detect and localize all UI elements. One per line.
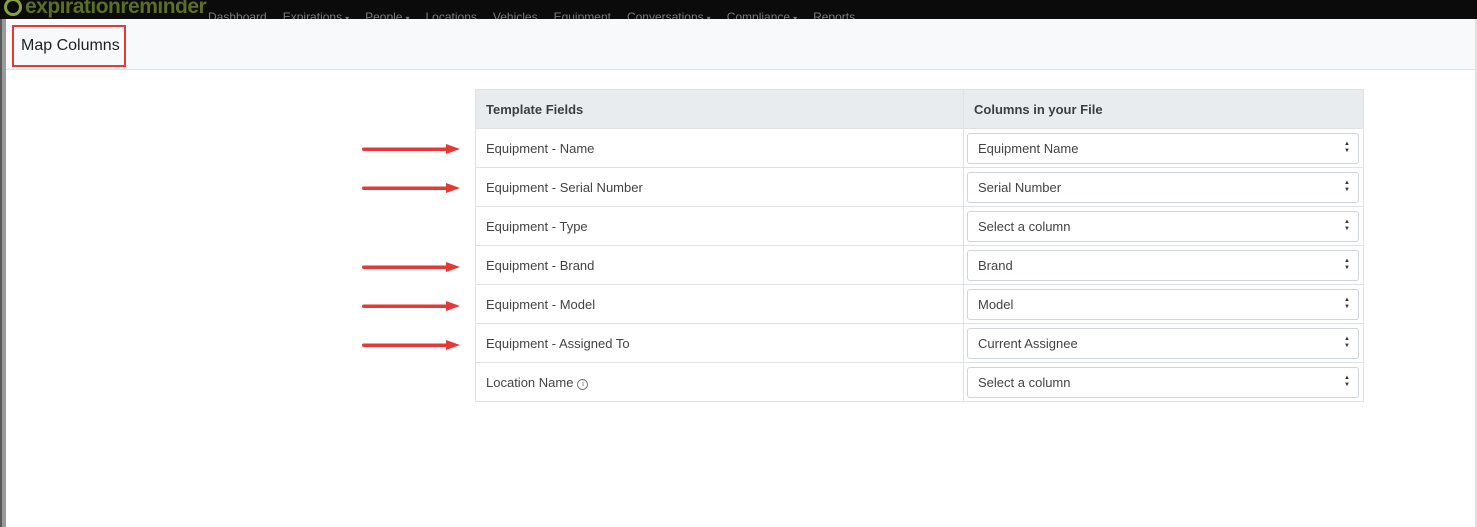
- nav-item-compliance[interactable]: Compliance ▾: [727, 10, 797, 19]
- table-row: Location Name i Select a column ▲ ▼: [475, 362, 1364, 402]
- nav-item-label: Reports: [813, 10, 856, 19]
- column-select[interactable]: Serial Number ▲ ▼: [967, 171, 1359, 203]
- nav-item-people[interactable]: People ▾: [365, 10, 409, 19]
- table-row: Equipment - Brand Brand ▲ ▼: [475, 245, 1364, 285]
- nav-item-equipment[interactable]: Equipment: [554, 10, 611, 19]
- page-header: Map Columns: [6, 19, 1477, 70]
- red-arrow-icon: [362, 300, 460, 311]
- column-select[interactable]: Select a column ▲ ▼: [967, 210, 1359, 242]
- nav-item-label: Equipment: [553, 10, 611, 19]
- sort-arrows-icon: ▲ ▼: [1344, 141, 1350, 154]
- nav-item-label: Locations: [425, 10, 477, 19]
- nav-item-label: Conversations: [626, 10, 704, 19]
- column-select-value: Select a column: [978, 218, 1071, 234]
- template-field-cell: Equipment - Name: [475, 128, 964, 168]
- nav-item-conversations[interactable]: Conversations ▾: [627, 10, 711, 19]
- column-select[interactable]: Current Assignee ▲ ▼: [967, 327, 1359, 359]
- template-field-label: Equipment - Model: [486, 296, 596, 312]
- nav-item-label: Expirations: [282, 10, 343, 19]
- table-header-row: Template Fields Columns in your File: [475, 89, 1364, 129]
- top-navbar: expirationreminder Dashboard Expirations ▾…: [0, 0, 1477, 19]
- column-select-cell: Serial Number ▲ ▼: [963, 167, 1364, 207]
- template-field-cell: Equipment - Serial Number: [475, 167, 964, 207]
- nav-item-dashboard[interactable]: Dashboard: [208, 10, 267, 19]
- template-field-label: Equipment - Brand: [486, 257, 595, 273]
- info-icon[interactable]: i: [577, 378, 589, 390]
- nav-item-expirations[interactable]: Expirations ▾: [283, 10, 349, 19]
- sort-arrows-icon: ▲ ▼: [1344, 219, 1350, 232]
- sort-arrows-icon: ▲ ▼: [1344, 375, 1350, 388]
- column-select-value: Current Assignee: [978, 335, 1078, 351]
- nav-item-label: Compliance: [726, 10, 791, 19]
- logo-text: expirationreminder: [25, 0, 207, 18]
- table-row: Equipment - Type Select a column ▲ ▼: [475, 206, 1364, 246]
- table-row: Equipment - Name Equipment Name ▲ ▼: [475, 128, 1364, 168]
- column-mapping-table: Template Fields Columns in your File Equ…: [475, 89, 1364, 402]
- template-field-label: Equipment - Name: [486, 140, 595, 156]
- template-field-cell: Equipment - Brand: [475, 245, 964, 285]
- sort-arrows-icon: ▲ ▼: [1344, 336, 1350, 349]
- table-row: Equipment - Serial Number Serial Number ▲ ▼: [475, 167, 1364, 207]
- template-field-label: Location Name: [486, 374, 574, 390]
- column-select[interactable]: Brand ▲ ▼: [967, 249, 1359, 281]
- template-field-cell: Equipment - Model: [475, 284, 964, 324]
- column-select-value: Model: [978, 296, 1014, 312]
- column-select-cell: Equipment Name ▲ ▼: [963, 128, 1364, 168]
- column-select-value: Serial Number: [978, 179, 1062, 195]
- app-logo[interactable]: expirationreminder: [4, 0, 207, 19]
- column-select-value: Brand: [978, 257, 1013, 273]
- nav-item-label: People: [365, 10, 403, 19]
- red-arrow-icon: [362, 340, 460, 351]
- column-select-value: Equipment Name: [978, 140, 1079, 156]
- logo-clock-icon: [4, 0, 22, 16]
- red-arrow-icon: [362, 182, 460, 193]
- column-select-cell: Select a column ▲ ▼: [963, 206, 1364, 246]
- column-select-cell: Brand ▲ ▼: [963, 245, 1364, 285]
- column-select-cell: Current Assignee ▲ ▼: [963, 323, 1364, 363]
- template-field-cell: Location Name i: [475, 362, 964, 402]
- template-field-cell: Equipment - Type: [475, 206, 964, 246]
- nav-item-label: Dashboard: [208, 10, 267, 19]
- header-template-fields: Template Fields: [475, 89, 964, 129]
- title-highlight-box: Map Columns: [12, 25, 126, 67]
- main-nav: Dashboard Expirations ▾ People ▾ Locations Veh…: [208, 10, 871, 19]
- template-field-label: Equipment - Type: [486, 218, 588, 234]
- header-columns-in-file: Columns in your File: [963, 89, 1364, 129]
- red-arrow-icon: [362, 261, 460, 272]
- column-select[interactable]: Select a column ▲ ▼: [967, 366, 1359, 398]
- nav-item-vehicles[interactable]: Vehicles: [493, 10, 538, 19]
- left-edge-border: [0, 19, 2, 527]
- red-arrow-icon: [362, 143, 460, 154]
- sort-arrows-icon: ▲ ▼: [1344, 258, 1350, 271]
- nav-item-label: Vehicles: [492, 10, 538, 19]
- sort-arrows-icon: ▲ ▼: [1344, 180, 1350, 193]
- page-title: Map Columns: [21, 37, 120, 54]
- sort-arrows-icon: ▲ ▼: [1344, 297, 1350, 310]
- column-select-value: Select a column: [978, 374, 1071, 390]
- column-select-cell: Select a column ▲ ▼: [963, 362, 1364, 402]
- template-field-cell: Equipment - Assigned To: [475, 323, 964, 363]
- column-select-cell: Model ▲ ▼: [963, 284, 1364, 324]
- column-select[interactable]: Equipment Name ▲ ▼: [967, 132, 1359, 164]
- table-row: Equipment - Model Model ▲ ▼: [475, 284, 1364, 324]
- table-row: Equipment - Assigned To Current Assignee ▲…: [475, 323, 1364, 363]
- template-field-label: Equipment - Serial Number: [486, 179, 643, 195]
- template-field-label: Equipment - Assigned To: [486, 335, 630, 351]
- nav-item-locations[interactable]: Locations: [426, 10, 477, 19]
- column-select[interactable]: Model ▲ ▼: [967, 288, 1359, 320]
- nav-item-reports[interactable]: Reports: [813, 10, 855, 19]
